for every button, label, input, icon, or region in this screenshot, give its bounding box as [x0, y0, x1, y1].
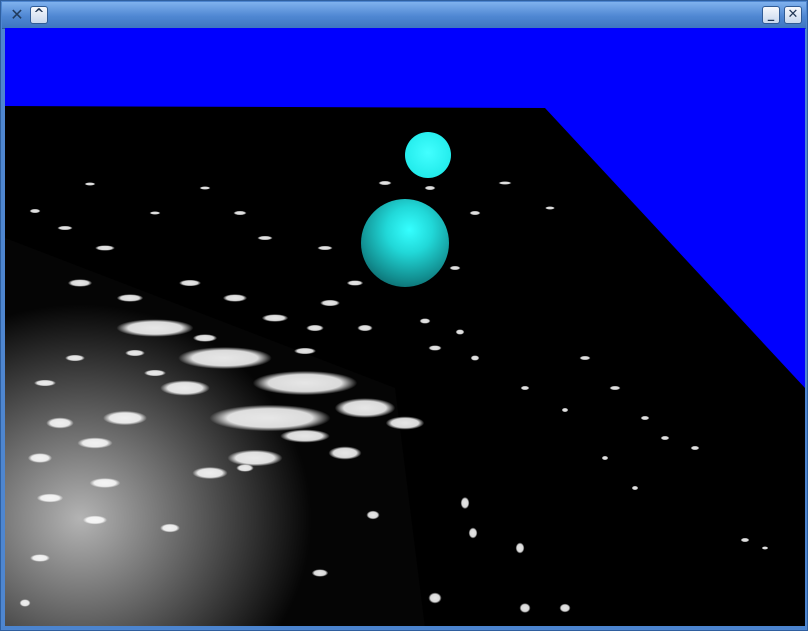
caustic-spot: [19, 599, 31, 607]
caustic-spot: [385, 416, 425, 430]
caustic-spot: [179, 279, 201, 287]
caustic-spot: [144, 369, 166, 377]
caustic-spot: [334, 398, 396, 418]
small-sphere: [405, 132, 451, 178]
caustic-spot: [690, 445, 700, 451]
caustic-spot: [761, 546, 769, 550]
window-bottom-border: [2, 626, 806, 629]
caustic-spot: [378, 180, 392, 186]
caustic-spot: [67, 279, 93, 287]
caustic-spot: [469, 210, 481, 216]
caustic-spot: [346, 280, 364, 286]
caustic-spot: [192, 334, 218, 342]
application-window: ✕ ^ _ ✕: [0, 0, 808, 631]
caustic-spot: [57, 225, 73, 231]
caustic-spot: [125, 349, 145, 357]
caustic-spot: [236, 464, 254, 472]
caustic-spot: [470, 355, 480, 361]
caustic-spot: [306, 324, 324, 332]
caustic-spot: [27, 453, 53, 463]
caustic-spot: [601, 455, 609, 461]
minimize-button[interactable]: _: [762, 6, 780, 24]
caustic-spot: [631, 485, 639, 491]
caustic-spot: [449, 265, 461, 271]
caustic-spot: [328, 446, 362, 460]
caustic-spot: [294, 347, 316, 355]
caustic-spot: [30, 554, 50, 562]
caustic-spot: [545, 206, 555, 210]
caustic-spot: [561, 407, 569, 413]
caustic-spot: [366, 510, 380, 520]
caustic-spot: [498, 181, 512, 185]
caustic-spot: [428, 592, 442, 604]
caustic-spot: [515, 542, 525, 554]
caustic-spot: [261, 314, 289, 322]
caustic-spot: [740, 537, 750, 543]
caustic-spot: [317, 245, 333, 251]
caustic-spot: [149, 211, 161, 215]
caustic-spot: [559, 603, 571, 613]
large-sphere: [361, 199, 449, 287]
caustic-spot: [424, 185, 436, 191]
caustic-spot: [192, 466, 228, 480]
app-menu-icon[interactable]: ✕: [7, 6, 27, 24]
rendered-scene: [5, 28, 805, 628]
caustic-spot: [227, 449, 283, 467]
caustic-spot: [640, 415, 650, 421]
caustic-spot: [320, 299, 340, 307]
caustic-spot: [199, 186, 211, 190]
caustic-spot: [46, 417, 74, 429]
caustic-spot: [252, 370, 358, 396]
caustic-spot: [233, 210, 247, 216]
caustic-spot: [419, 318, 431, 324]
caustic-spot: [455, 329, 465, 335]
caustic-spot: [520, 385, 530, 391]
caustic-spot: [84, 182, 96, 186]
caustic-spot: [468, 527, 478, 539]
caustic-spot: [660, 435, 670, 441]
caustic-spot: [579, 355, 591, 361]
caustic-spot: [116, 319, 194, 337]
caustic-spot: [89, 478, 121, 488]
caustic-spot: [34, 379, 56, 387]
caustic-spot: [222, 294, 248, 302]
caustic-spot: [36, 493, 64, 503]
caustic-spot: [178, 347, 272, 369]
caustic-spot: [257, 235, 273, 241]
caustic-spot: [357, 324, 373, 332]
roll-up-button[interactable]: ^: [30, 6, 48, 24]
caustic-spot: [160, 380, 210, 396]
opengl-viewport[interactable]: [5, 28, 805, 628]
caustic-spot: [160, 523, 180, 533]
caustic-spot: [82, 515, 108, 525]
caustic-spot: [609, 385, 621, 391]
caustic-spot: [519, 603, 531, 613]
caustic-spot: [77, 437, 113, 449]
caustic-spot: [29, 208, 41, 214]
close-button[interactable]: ✕: [784, 6, 802, 24]
caustic-spot: [116, 294, 144, 302]
caustic-spot: [65, 354, 85, 362]
caustic-spot: [209, 404, 331, 432]
caustic-spot: [311, 569, 329, 577]
caustic-spot: [280, 429, 330, 443]
caustic-spot: [428, 345, 442, 351]
caustic-spot: [95, 245, 115, 251]
caustic-spot: [460, 496, 470, 510]
title-bar[interactable]: ✕ ^ _ ✕: [2, 2, 806, 29]
caustic-spot: [103, 410, 147, 426]
